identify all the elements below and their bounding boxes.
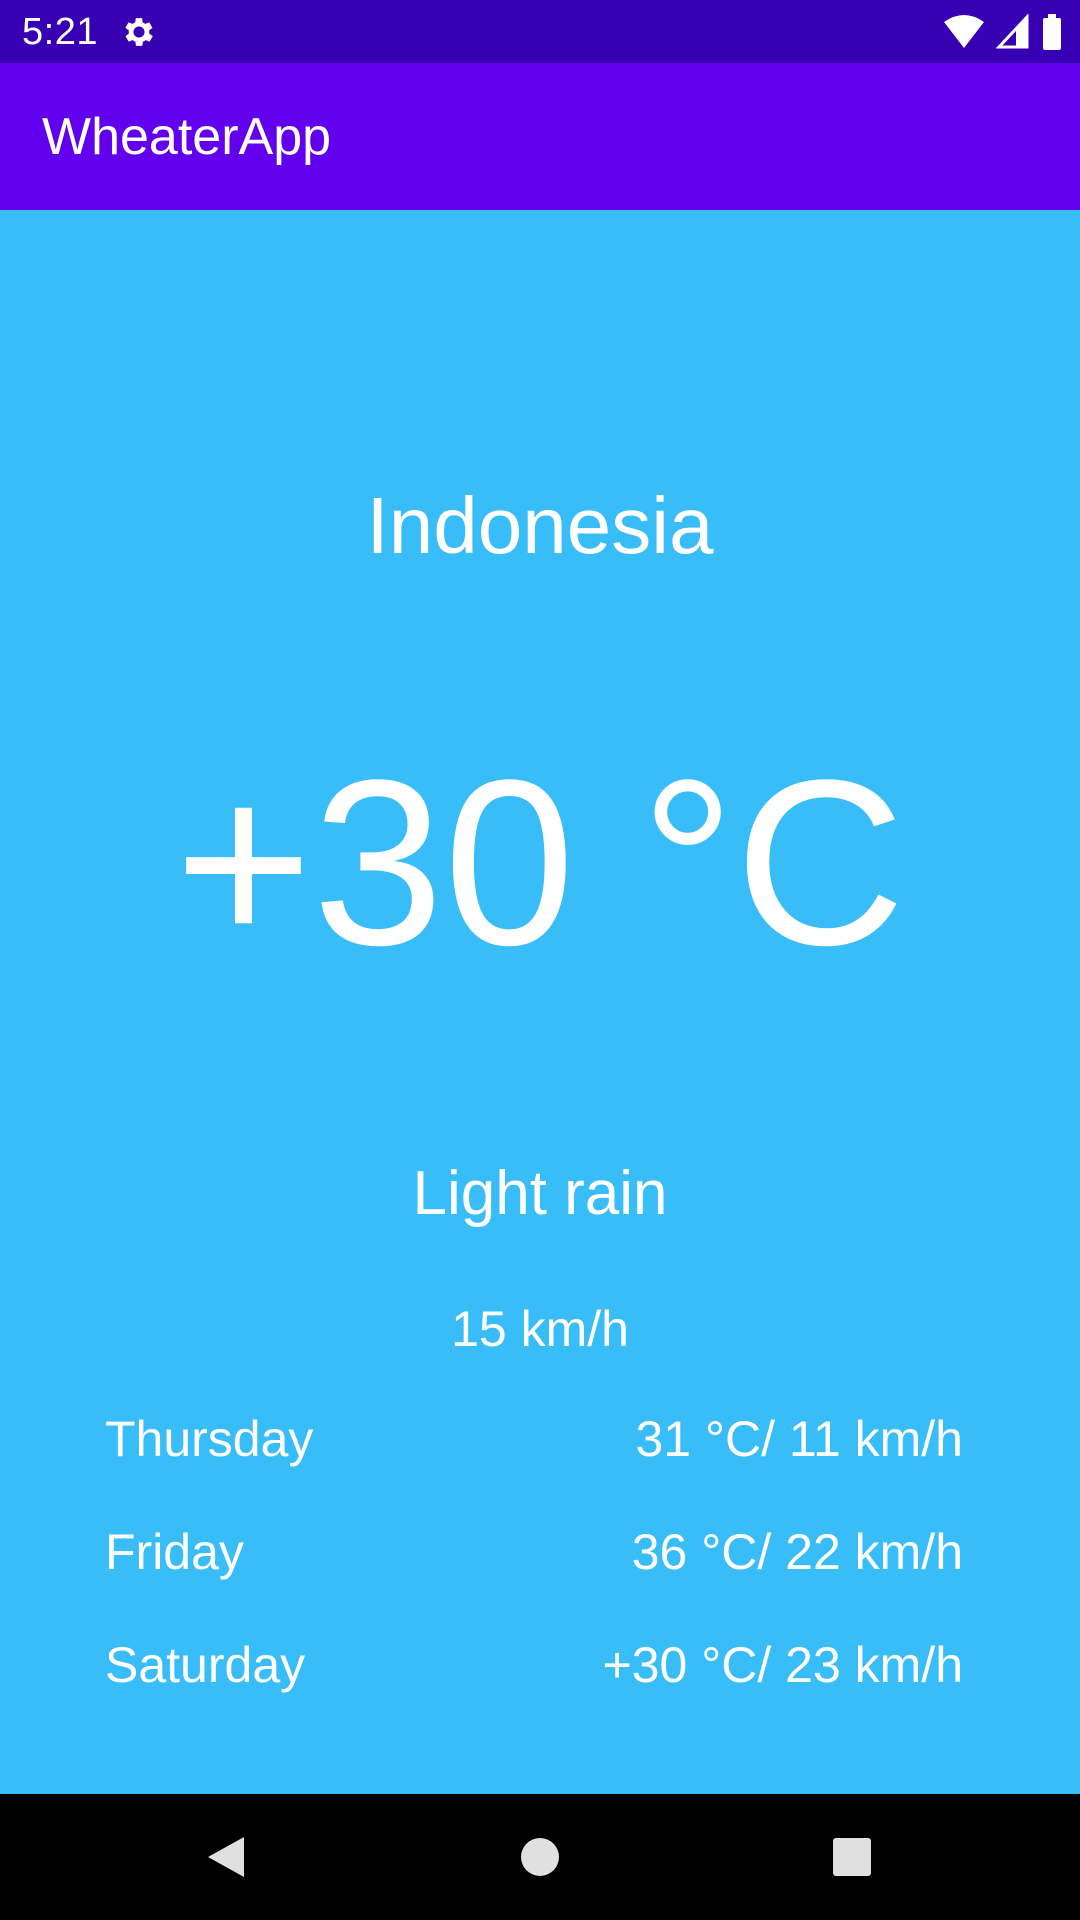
recents-icon [833, 1838, 871, 1876]
forecast-row: Saturday +30 °C/ 23 km/h [105, 1636, 963, 1749]
status-bar: 5:21 [0, 0, 1080, 63]
home-button[interactable] [460, 1794, 620, 1920]
navigation-bar [0, 1794, 1080, 1920]
weather-content: Indonesia +30 °C Light rain 15 km/h Thur… [0, 210, 1080, 1794]
app-title: WheaterApp [42, 108, 332, 166]
forecast-day: Saturday [105, 1637, 306, 1693]
wind-speed: 15 km/h [451, 1301, 629, 1357]
recents-button[interactable] [772, 1794, 932, 1920]
forecast-list: Thursday 31 °C/ 11 km/h Friday 36 °C/ 22… [105, 1410, 963, 1749]
home-icon [521, 1838, 559, 1876]
wifi-icon [944, 14, 984, 50]
location-label: Indonesia [366, 481, 714, 570]
weather-description: Light rain [412, 1159, 668, 1228]
forecast-day: Thursday [105, 1411, 314, 1467]
forecast-value: 36 °C/ 22 km/h [631, 1524, 963, 1580]
battery-icon [1042, 14, 1062, 50]
forecast-row: Friday 36 °C/ 22 km/h [105, 1523, 963, 1636]
forecast-value: +30 °C/ 23 km/h [602, 1637, 963, 1693]
back-icon [208, 1837, 244, 1877]
back-button[interactable] [146, 1794, 306, 1920]
app-bar: WheaterApp [0, 63, 1080, 210]
forecast-row: Thursday 31 °C/ 11 km/h [105, 1410, 963, 1523]
cell-signal-icon [996, 14, 1030, 50]
forecast-value: 31 °C/ 11 km/h [635, 1411, 963, 1467]
current-temperature: +30 °C [174, 731, 906, 995]
status-icons [944, 12, 1062, 52]
status-time: 5:21 [22, 11, 98, 53]
gear-icon [120, 13, 158, 51]
forecast-day: Friday [105, 1524, 244, 1580]
